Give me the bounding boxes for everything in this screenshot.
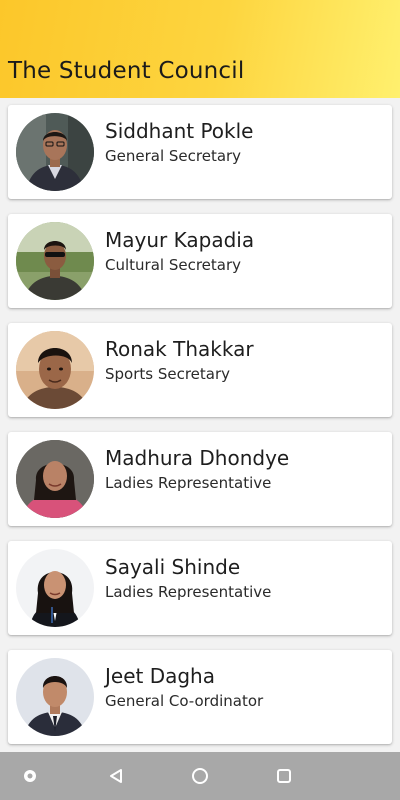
member-card[interactable]: Siddhant Pokle General Secretary — [8, 105, 392, 199]
member-card[interactable]: Mayur Kapadia Cultural Secretary — [8, 214, 392, 308]
member-name: Jeet Dagha — [105, 664, 215, 688]
member-card[interactable]: Madhura Dhondye Ladies Representative — [8, 432, 392, 526]
system-navigation-bar — [0, 752, 400, 800]
member-role: General Co-ordinator — [105, 692, 264, 710]
member-card[interactable]: Sayali Shinde Ladies Representative — [8, 541, 392, 635]
record-icon[interactable] — [16, 762, 44, 790]
home-circle-icon[interactable] — [186, 762, 214, 790]
avatar — [16, 549, 94, 627]
member-list[interactable]: Siddhant Pokle General Secretary Mayur K… — [0, 98, 400, 752]
back-triangle-icon[interactable] — [102, 762, 130, 790]
member-role: Ladies Representative — [105, 474, 272, 492]
member-role: General Secretary — [105, 147, 242, 165]
member-name: Mayur Kapadia — [105, 228, 255, 252]
page-title: The Student Council — [8, 58, 245, 84]
member-name: Madhura Dhondye — [105, 446, 290, 470]
avatar — [16, 440, 94, 518]
member-role: Sports Secretary — [105, 365, 231, 383]
avatar — [16, 331, 94, 409]
member-role: Cultural Secretary — [105, 256, 242, 274]
member-role: Ladies Representative — [105, 583, 272, 601]
member-name: Sayali Shinde — [105, 555, 241, 579]
member-name: Siddhant Pokle — [105, 119, 254, 143]
avatar — [16, 113, 94, 191]
app-header: The Student Council — [0, 0, 400, 98]
recents-square-icon[interactable] — [270, 762, 298, 790]
member-card[interactable]: Ronak Thakkar Sports Secretary — [8, 323, 392, 417]
avatar — [16, 222, 94, 300]
avatar — [16, 658, 94, 736]
member-name: Ronak Thakkar — [105, 337, 254, 361]
member-card[interactable]: Jeet Dagha General Co-ordinator — [8, 650, 392, 744]
